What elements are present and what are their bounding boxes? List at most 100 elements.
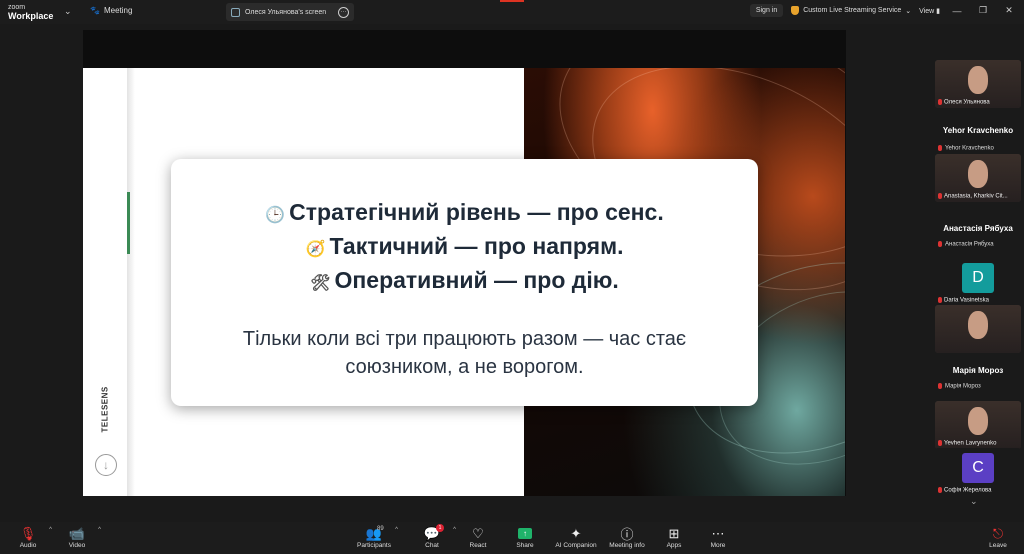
ai-companion-label: AI Companion bbox=[555, 542, 597, 549]
participant-tile-name: Anastasia, Kharkiv Cit... bbox=[938, 193, 1008, 200]
mic-muted-icon bbox=[938, 297, 942, 304]
mic-muted-icon: 🎙 bbox=[19, 525, 37, 541]
participant-tile[interactable]: D Daria Vasinetska bbox=[935, 258, 1021, 306]
participant-tile-name-text: Олеся Ульянова bbox=[944, 100, 990, 106]
participants-label: Participants bbox=[357, 542, 391, 549]
chevron-down-icon[interactable]: ⌄ bbox=[64, 6, 72, 17]
participant-tile[interactable]: C Софія Жерелова bbox=[935, 448, 1021, 496]
participant-label-text: Анастасія Рябуха bbox=[945, 241, 994, 248]
share-button[interactable]: ↑ Share bbox=[499, 525, 551, 549]
participant-name-heading: Марія Мороз bbox=[952, 366, 1004, 375]
participant-tile-name-text: Daria Vasinetska bbox=[944, 298, 989, 304]
meeting-toolbar: 🎙 Audio ^ 📹 Video ^ 👥 89 Participants ^ … bbox=[0, 522, 1024, 554]
chat-unread-badge: 1 bbox=[436, 524, 444, 532]
participant-tile[interactable]: Yevhen Lavrynenko bbox=[935, 401, 1021, 449]
streaming-status[interactable]: Custom Live Streaming Service ⌄ bbox=[791, 6, 911, 15]
participants-button[interactable]: 👥 89 Participants ^ bbox=[348, 525, 400, 550]
top-right-controls: Sign in Custom Live Streaming Service ⌄ … bbox=[749, 4, 1018, 17]
minimize-button[interactable]: — bbox=[948, 6, 966, 16]
compass-icon: 🧭 bbox=[305, 241, 326, 258]
mic-muted-icon bbox=[938, 440, 942, 447]
streaming-label: Custom Live Streaming Service bbox=[803, 7, 902, 14]
ai-companion-button[interactable]: ✦ AI Companion bbox=[550, 525, 602, 550]
scroll-down-icon[interactable]: ⌄ bbox=[970, 496, 978, 507]
participant-face bbox=[968, 407, 988, 435]
view-label: View bbox=[919, 7, 935, 15]
slide-line-2-text: Тактичний — про напрям. bbox=[329, 233, 624, 259]
slide-line-1-text: Стратегічний рівень — про сенс. bbox=[289, 199, 664, 225]
leave-button[interactable]: ⎋ Leave bbox=[972, 525, 1024, 550]
participant-tile-name-text: Anastasia, Kharkiv Cit... bbox=[944, 194, 1008, 200]
participant-tile-name: Софія Жерелова bbox=[938, 487, 992, 494]
participant-label: Yehor Kravchenko bbox=[938, 145, 994, 152]
mic-muted-icon bbox=[938, 241, 942, 247]
more-options-icon[interactable]: ··· bbox=[338, 6, 349, 18]
participant-tile-name-text: Софія Жерелова bbox=[944, 488, 992, 494]
participant-label-text: Марія Мороз bbox=[945, 383, 981, 390]
clock-icon: 🕒 bbox=[265, 207, 286, 224]
share-label: Share bbox=[516, 542, 534, 549]
meeting-label: Meeting bbox=[103, 6, 133, 15]
more-button[interactable]: ⋯ More bbox=[692, 525, 744, 550]
title-bar: zoom Workplace ⌄ 🐾 Meeting Олеся Ульянов… bbox=[0, 0, 1024, 24]
restore-button[interactable]: ❐ bbox=[974, 5, 992, 16]
leave-label: Leave bbox=[989, 542, 1007, 549]
participant-tile[interactable] bbox=[935, 305, 1021, 353]
sign-in-button[interactable]: Sign in bbox=[749, 4, 784, 17]
participant-face bbox=[968, 160, 988, 188]
avatar: C bbox=[962, 453, 994, 483]
shared-screen-tab[interactable]: Олеся Ульянова's screen ··· bbox=[226, 3, 354, 21]
participant-face bbox=[968, 66, 988, 94]
meeting-button[interactable]: 🐾 Meeting bbox=[90, 6, 132, 15]
chevron-up-icon[interactable]: ^ bbox=[395, 527, 398, 533]
arrow-down-icon: ↓ bbox=[95, 454, 117, 476]
participant-name-heading: Анастасія Рябуха bbox=[943, 224, 1013, 233]
mic-muted-icon bbox=[938, 383, 942, 389]
mic-muted-icon bbox=[938, 487, 942, 494]
meeting-info-label: Meeting info bbox=[609, 542, 645, 549]
tools-icon: 🛠 bbox=[310, 275, 331, 292]
close-button[interactable]: ✕ bbox=[1000, 5, 1018, 16]
react-button[interactable]: ♡ React bbox=[452, 525, 504, 550]
sparkle-icon: ✦ bbox=[570, 525, 582, 541]
participant-label-text: Yehor Kravchenko bbox=[945, 145, 994, 152]
chat-icon: 💬 bbox=[423, 525, 441, 541]
slide-line-3: 🛠 Оперативний — про дію. bbox=[171, 265, 758, 299]
slide-line-1: 🕒 Стратегічний рівень — про сенс. bbox=[171, 197, 758, 231]
avatar: D bbox=[962, 263, 994, 293]
shield-icon bbox=[791, 6, 800, 15]
participant-label: Анастасія Рябуха bbox=[938, 241, 994, 248]
audio-button[interactable]: 🎙 Audio ^ bbox=[2, 525, 54, 550]
participant-name-heading: Yehor Kravchenko bbox=[942, 126, 1014, 135]
react-label: React bbox=[469, 542, 487, 549]
participant-tile[interactable]: Олеся Ульянова bbox=[935, 60, 1021, 108]
chat-button[interactable]: 💬 1 Chat ^ bbox=[406, 524, 458, 549]
vertical-brand: TELESENS bbox=[100, 386, 110, 433]
participant-tile-name: Yevhen Lavrynenko bbox=[938, 440, 997, 447]
mic-muted-icon bbox=[938, 145, 942, 151]
sidebar-shadow bbox=[127, 68, 135, 496]
chat-label: Chat bbox=[425, 542, 439, 549]
participant-panel[interactable]: Олеся Ульянова Yehor Kravchenko Yehor Krav… bbox=[928, 30, 1024, 522]
audio-label: Audio bbox=[19, 542, 37, 549]
video-label: Video bbox=[68, 542, 86, 549]
video-button[interactable]: 📹 Video ^ bbox=[51, 525, 103, 550]
mic-muted-icon bbox=[938, 99, 942, 106]
leave-icon: ⎋ bbox=[992, 525, 1004, 541]
screen-icon bbox=[231, 7, 240, 17]
meeting-info-button[interactable]: ⓘ Meeting info bbox=[601, 525, 653, 549]
chevron-up-icon[interactable]: ^ bbox=[98, 527, 101, 533]
slide-line-2: 🧭 Тактичний — про напрям. bbox=[171, 231, 758, 265]
participant-tile-name: Олеся Ульянова bbox=[938, 99, 990, 106]
heart-icon: ♡ bbox=[472, 525, 484, 541]
view-button[interactable]: View ▮ bbox=[919, 7, 940, 15]
video-off-icon: 📹 bbox=[68, 525, 86, 541]
brand-line2: Workplace bbox=[8, 11, 54, 21]
mic-muted-icon bbox=[938, 193, 942, 200]
participant-tile[interactable]: Anastasia, Kharkiv Cit... bbox=[935, 154, 1021, 202]
slide-quote-card: 🕒 Стратегічний рівень — про сенс. 🧭 Тактич… bbox=[171, 159, 758, 406]
participants-count: 89 bbox=[377, 526, 384, 532]
info-icon: ⓘ bbox=[620, 527, 634, 542]
slide-body-text: Тільки коли всі три працюють разом — час… bbox=[242, 328, 687, 378]
participant-face bbox=[968, 311, 988, 339]
